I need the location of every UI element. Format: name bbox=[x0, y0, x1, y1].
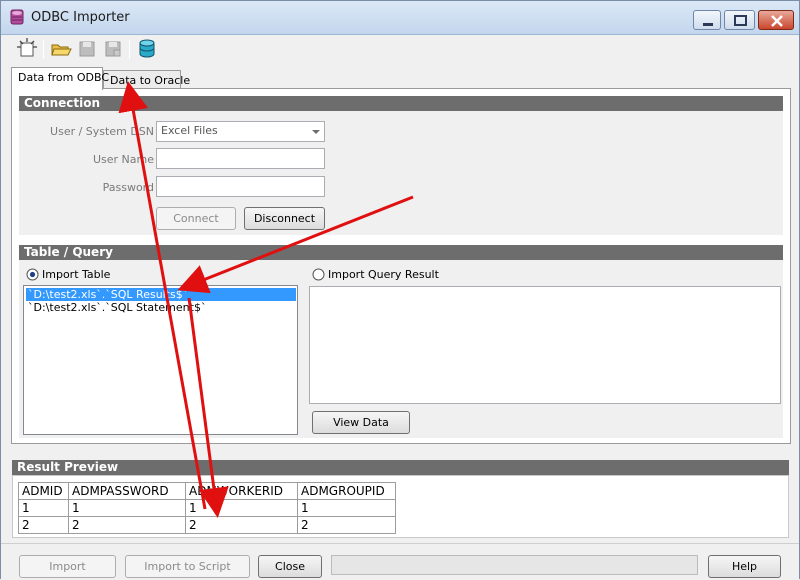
list-item[interactable]: `D:\test2.xls`.`SQL Results$` bbox=[26, 288, 296, 301]
column-header[interactable]: ADMID bbox=[18, 482, 69, 500]
window-title: ODBC Importer bbox=[31, 10, 130, 25]
grid-cell: 1 bbox=[185, 499, 298, 517]
disconnect-button[interactable]: Disconnect bbox=[244, 207, 325, 230]
dsn-select[interactable]: Excel Files bbox=[156, 121, 325, 142]
grid-cell: 2 bbox=[297, 516, 396, 534]
result-preview-header: Result Preview bbox=[12, 460, 789, 475]
table-row[interactable]: 2 2 2 2 bbox=[18, 516, 396, 534]
view-data-button[interactable]: View Data bbox=[312, 411, 410, 434]
password-label: Password bbox=[102, 181, 154, 194]
table-query-section-header: Table / Query bbox=[19, 245, 783, 260]
import-table-label: Import Table bbox=[42, 268, 111, 281]
tab-strip: Data from ODBC Data to Oracle bbox=[11, 67, 211, 91]
save-as-button[interactable] bbox=[101, 37, 125, 61]
tab-label: Data from ODBC bbox=[18, 71, 110, 84]
bottom-button-bar: Import Import to Script Close Help bbox=[1, 543, 799, 579]
tab-panel: Connection User / System DSN Excel Files… bbox=[11, 88, 791, 444]
grid-cell: 2 bbox=[68, 516, 186, 534]
database-cylinder-icon bbox=[135, 39, 159, 64]
connect-toolbar-button[interactable] bbox=[135, 37, 159, 61]
grid-cell: 1 bbox=[18, 499, 69, 517]
database-app-icon bbox=[9, 9, 25, 25]
grid-header-row: ADMID ADMPASSWORD ADMWORKERID ADMGROUPID bbox=[18, 482, 396, 500]
import-to-script-button[interactable]: Import to Script bbox=[125, 555, 250, 578]
grid-cell: 2 bbox=[18, 516, 69, 534]
list-item[interactable]: `D:\test2.xls`.`SQL Statement$` bbox=[26, 301, 206, 314]
chevron-down-icon bbox=[307, 122, 324, 141]
tab-label: Data to Oracle bbox=[110, 74, 191, 87]
odbc-importer-window: ODBC Importer Data from ODBC Data to Ora… bbox=[0, 0, 800, 579]
open-button[interactable] bbox=[49, 37, 73, 61]
connection-section-header: Connection bbox=[19, 96, 783, 111]
connect-button[interactable]: Connect bbox=[156, 207, 236, 230]
import-button[interactable]: Import bbox=[19, 555, 116, 578]
save-button[interactable] bbox=[75, 37, 99, 61]
toolbar-separator bbox=[43, 40, 44, 59]
close-button[interactable]: Close bbox=[258, 555, 322, 578]
help-button[interactable]: Help bbox=[708, 555, 781, 578]
column-header[interactable]: ADMPASSWORD bbox=[68, 482, 186, 500]
toolbar bbox=[9, 37, 169, 63]
progress-bar bbox=[331, 555, 698, 575]
result-grid[interactable]: ADMID ADMPASSWORD ADMWORKERID ADMGROUPID… bbox=[18, 482, 396, 534]
grid-cell: 2 bbox=[185, 516, 298, 534]
user-name-label: User Name bbox=[92, 153, 154, 166]
grid-cell: 1 bbox=[68, 499, 186, 517]
result-preview-panel: ADMID ADMPASSWORD ADMWORKERID ADMGROUPID… bbox=[12, 475, 789, 538]
save-disk-icon bbox=[75, 41, 99, 64]
new-sparkle-icon bbox=[15, 38, 39, 64]
user-name-field[interactable] bbox=[156, 148, 325, 169]
save-as-disk-icon bbox=[101, 41, 125, 64]
column-header[interactable]: ADMWORKERID bbox=[185, 482, 298, 500]
grid-cell: 1 bbox=[297, 499, 396, 517]
toolbar-separator bbox=[129, 40, 130, 59]
import-query-label: Import Query Result bbox=[328, 268, 439, 281]
title-bar[interactable]: ODBC Importer bbox=[1, 1, 799, 35]
table-listbox[interactable]: `D:\test2.xls`.`SQL Results$` `D:\test2.… bbox=[23, 285, 298, 435]
tab-data-from-odbc[interactable]: Data from ODBC bbox=[11, 67, 109, 90]
query-textarea[interactable] bbox=[309, 286, 781, 404]
close-window-button[interactable] bbox=[758, 10, 794, 30]
import-query-radio[interactable] bbox=[312, 268, 325, 281]
dsn-value: Excel Files bbox=[161, 124, 218, 137]
table-query-section: Import Table `D:\test2.xls`.`SQL Results… bbox=[19, 260, 783, 438]
import-table-radio[interactable] bbox=[26, 268, 39, 281]
maximize-button[interactable] bbox=[724, 10, 755, 30]
open-folder-icon bbox=[49, 44, 73, 64]
dsn-label: User / System DSN bbox=[50, 125, 154, 138]
new-button[interactable] bbox=[15, 37, 39, 61]
column-header[interactable]: ADMGROUPID bbox=[297, 482, 396, 500]
table-row[interactable]: 1 1 1 1 bbox=[18, 499, 396, 517]
connection-section: User / System DSN Excel Files User Name … bbox=[19, 111, 783, 235]
password-field[interactable] bbox=[156, 176, 325, 197]
minimize-button[interactable] bbox=[693, 10, 721, 30]
